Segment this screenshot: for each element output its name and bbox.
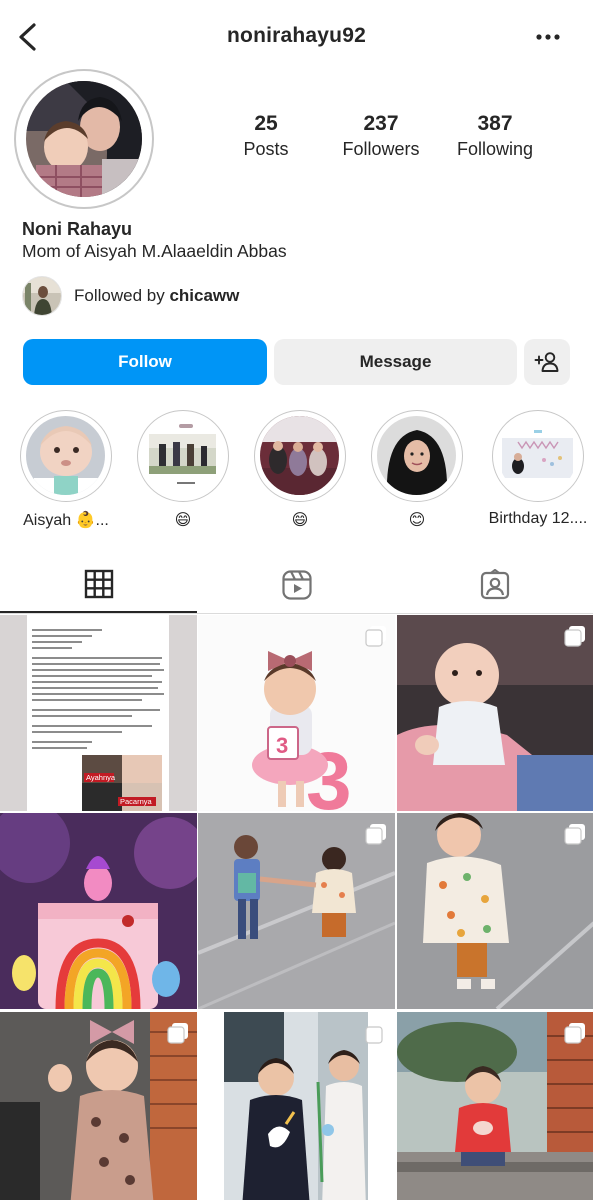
tagged-icon xyxy=(480,568,509,599)
followed-by-avatar xyxy=(22,276,62,316)
highlight-label: 😄 xyxy=(291,512,309,529)
carousel-icon xyxy=(365,1023,386,1044)
add-user-icon xyxy=(534,352,559,372)
highlight-ring xyxy=(371,410,463,502)
highlight-ring xyxy=(254,410,346,502)
post-thumbnail[interactable]: 3 3 xyxy=(198,615,395,811)
highlight-ring xyxy=(492,410,584,502)
carousel-icon xyxy=(564,824,585,845)
highlight-cover xyxy=(498,416,577,495)
story-highlight[interactable]: Birthday 12.... xyxy=(486,410,590,528)
followed-by-username[interactable]: chicaww xyxy=(169,286,239,305)
post-thumbnail[interactable] xyxy=(198,813,395,1009)
post-thumbnail[interactable]: Ayahnya Pacarnya xyxy=(0,615,197,811)
post-thumbnail[interactable] xyxy=(0,1012,197,1200)
followers-count: 237 xyxy=(363,112,399,135)
post-cake-number: 3 xyxy=(276,733,288,758)
top-bar: nonirahayu92 xyxy=(0,0,593,72)
story-highlight[interactable]: 😊 xyxy=(367,410,467,530)
story-highlight[interactable]: 😄 xyxy=(133,410,233,530)
post-thumbnail[interactable] xyxy=(397,813,593,1009)
story-highlight[interactable]: 😄 xyxy=(250,410,350,530)
highlight-label: Birthday 12.... xyxy=(488,510,588,527)
highlight-cover xyxy=(143,416,222,495)
suggested-accounts-button[interactable] xyxy=(524,339,570,385)
more-horizontal-icon xyxy=(536,34,560,40)
story-highlight[interactable]: Aisyah 👶... xyxy=(16,410,116,530)
highlight-ring xyxy=(20,410,112,502)
post-thumbnail[interactable] xyxy=(397,1012,593,1200)
post-overlay-text: Ayahnya xyxy=(86,773,116,782)
profile-avatar xyxy=(26,81,142,197)
profile-username-title: nonirahayu92 xyxy=(227,24,366,47)
followers-stat[interactable]: 237 Followers xyxy=(326,112,436,160)
profile-display-name: Noni Rahayu xyxy=(22,219,133,239)
profile-avatar-ring[interactable] xyxy=(14,69,154,209)
post-thumbnail[interactable] xyxy=(397,615,593,811)
followed-by-row[interactable]: Followed by chicaww xyxy=(22,275,239,317)
following-label: Following xyxy=(456,139,534,159)
highlight-ring xyxy=(137,410,229,502)
highlight-cover xyxy=(260,416,339,495)
grid-icon xyxy=(84,569,113,598)
highlight-label: 😊 xyxy=(408,512,426,529)
carousel-icon xyxy=(167,1023,188,1044)
post-thumbnail[interactable] xyxy=(0,813,197,1009)
following-count: 387 xyxy=(477,112,513,135)
posts-count: 25 xyxy=(254,112,278,135)
highlight-label: 😄 xyxy=(174,512,192,529)
followed-by-prefix: Followed by xyxy=(74,286,170,305)
posts-stat[interactable]: 25 Posts xyxy=(211,112,321,160)
highlight-cover xyxy=(377,416,456,495)
follow-button[interactable]: Follow xyxy=(23,339,267,385)
highlight-cover xyxy=(26,416,105,495)
posts-label: Posts xyxy=(243,139,289,159)
profile-bio: Mom of Aisyah M.Alaaeldin Abbas xyxy=(22,241,287,261)
highlight-label: Aisyah 👶... xyxy=(23,512,109,529)
tab-posts-grid[interactable] xyxy=(0,556,197,613)
post-overlay-text: Pacarnya xyxy=(120,797,153,806)
tab-tagged[interactable] xyxy=(396,556,593,613)
carousel-icon xyxy=(365,626,386,647)
carousel-icon xyxy=(564,1023,585,1044)
tab-reels[interactable] xyxy=(198,556,395,613)
carousel-icon xyxy=(365,824,386,845)
followers-label: Followers xyxy=(342,139,420,159)
message-button[interactable]: Message xyxy=(274,339,517,385)
posts-grid: Ayahnya Pacarnya 3 3 xyxy=(0,615,593,1200)
carousel-icon xyxy=(564,626,585,647)
reels-icon xyxy=(281,569,312,600)
profile-tab-bar xyxy=(0,556,593,614)
more-options-button[interactable] xyxy=(533,26,563,48)
followed-by-text: Followed by chicaww xyxy=(74,286,239,306)
post-thumbnail[interactable] xyxy=(198,1012,395,1200)
following-stat[interactable]: 387 Following xyxy=(440,112,550,160)
